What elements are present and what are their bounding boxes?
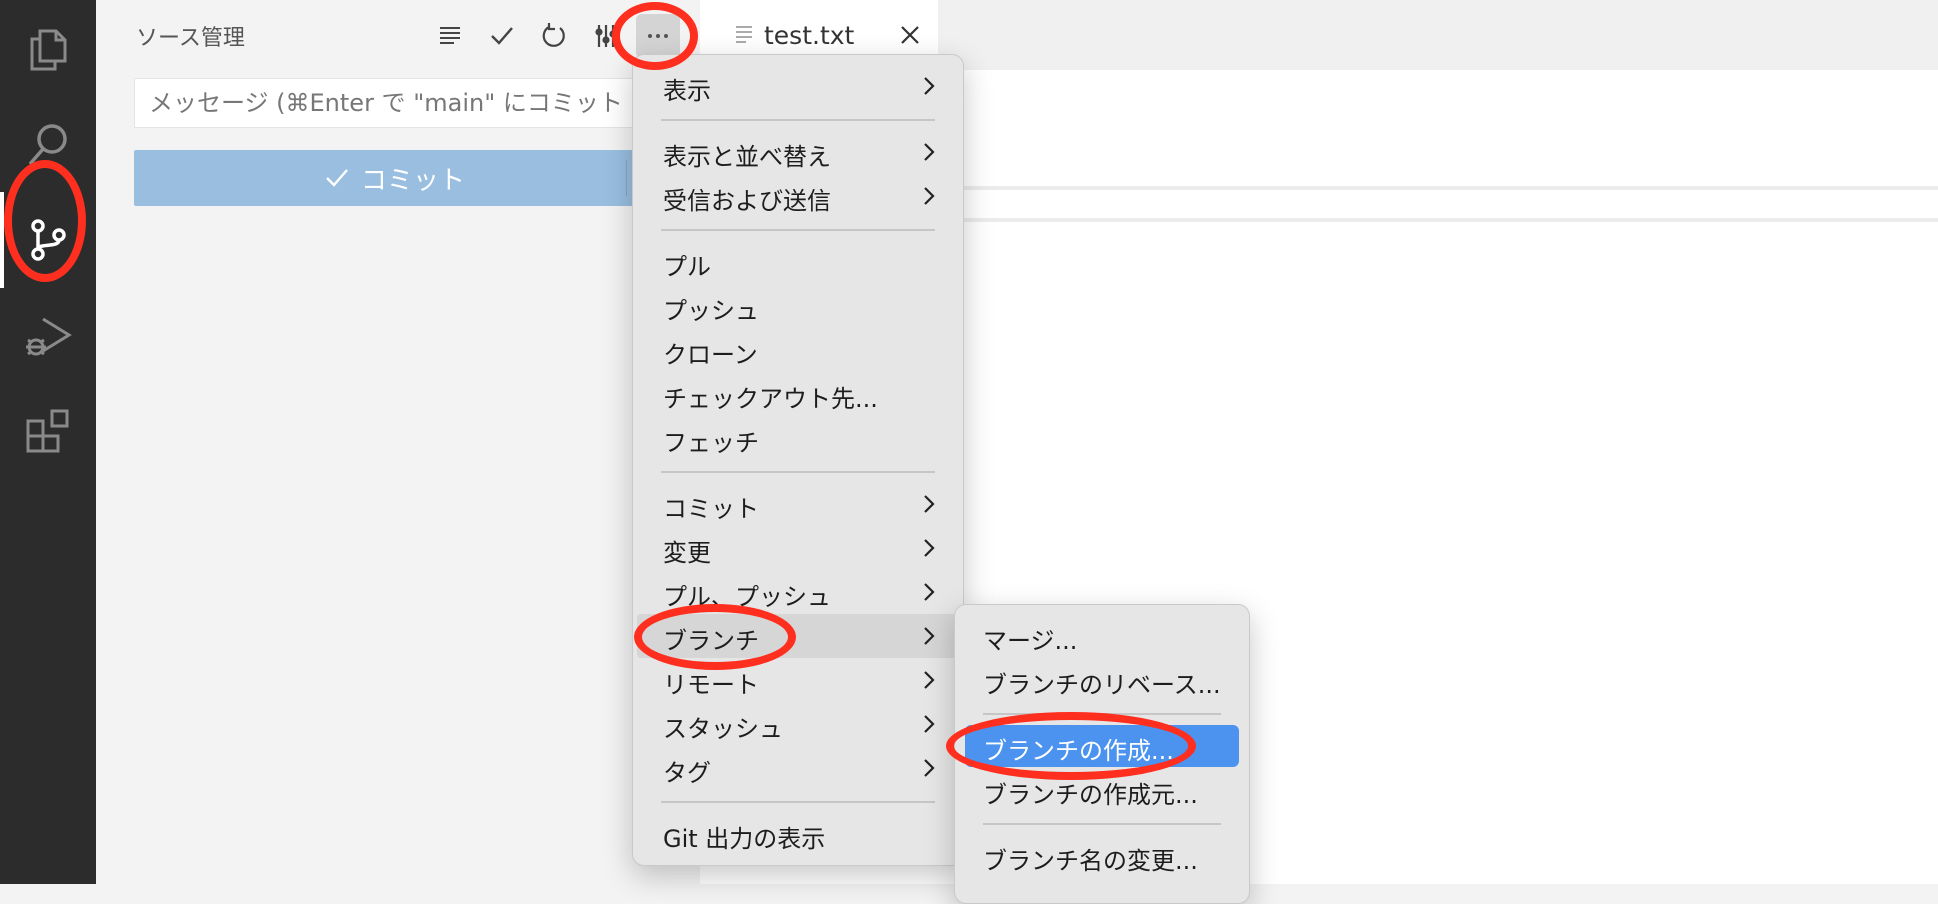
menu-item-pull[interactable]: プル [663,247,711,282]
menu-item-incoming-outgoing[interactable]: 受信および送信 [663,181,831,216]
panel-title: ソース管理 [136,26,245,51]
menu-item-checkout[interactable]: チェックアウト先... [663,379,878,414]
menu-item-clone[interactable]: クローン [663,335,758,370]
extensions-icon[interactable] [0,384,96,480]
list-icon[interactable] [424,14,476,58]
chevron-right-icon [924,187,935,205]
chevron-right-icon [924,77,935,95]
submenu-item-rebase-branch[interactable]: ブランチのリベース... [983,665,1221,700]
commit-message-input[interactable]: メッセージ (⌘Enter で "main" にコミット [134,78,694,128]
more-actions-menu: 表示 表示と並べ替え 受信および送信 プル プッシュ クローン チェックアウト先… [632,54,964,866]
chevron-right-icon [924,627,935,645]
menu-separator [661,471,935,473]
submenu-item-rename-branch[interactable]: ブランチ名の変更... [983,841,1198,876]
commit-button[interactable]: コミット [134,150,654,206]
chevron-right-icon [924,583,935,601]
menu-item-fetch[interactable]: フェッチ [663,423,759,458]
chevron-right-icon [924,671,935,689]
menu-item-show-git-output[interactable]: Git 出力の表示 [663,819,825,854]
chevron-right-icon [924,715,935,733]
menu-separator [661,229,935,231]
menu-item-remote[interactable]: リモート [663,665,759,700]
annotation-circle-create-branch [946,712,1196,780]
menu-separator [983,823,1221,825]
chevron-right-icon [924,539,935,557]
menu-separator [661,801,935,803]
menu-item-push[interactable]: プッシュ [663,291,759,326]
chevron-right-icon [924,759,935,777]
files-icon[interactable] [0,0,96,96]
chevron-right-icon [924,495,935,513]
menu-item-changes[interactable]: 変更 [663,533,711,568]
text-file-icon [736,26,752,43]
source-control-panel: ソース管理 メッセージ (⌘Enter で "main" にコミット コミット [96,0,700,884]
menu-item-tags[interactable]: タグ [663,753,711,788]
menu-item-view-sort[interactable]: 表示と並べ替え [663,137,831,172]
check-icon [326,169,348,187]
menu-separator [661,119,935,121]
submenu-item-merge[interactable]: マージ... [983,621,1077,656]
activity-bar [0,0,96,884]
annotation-circle-more-button [612,2,698,70]
annotation-circle-source-control [4,160,86,282]
submenu-item-create-branch-from[interactable]: ブランチの作成元... [983,775,1198,810]
commit-button-divider [626,160,627,196]
chevron-right-icon [924,143,935,161]
refresh-icon[interactable] [528,14,580,58]
check-icon[interactable] [476,14,528,58]
commit-button-label: コミット [360,165,465,196]
annotation-circle-branch [634,604,796,670]
menu-item-stash[interactable]: スタッシュ [663,709,783,744]
tab-label: test.txt [764,20,855,50]
menu-item-commit[interactable]: コミット [663,489,759,524]
run-debug-icon[interactable] [0,288,96,384]
close-icon[interactable] [896,21,924,49]
menu-item-view[interactable]: 表示 [663,71,711,106]
